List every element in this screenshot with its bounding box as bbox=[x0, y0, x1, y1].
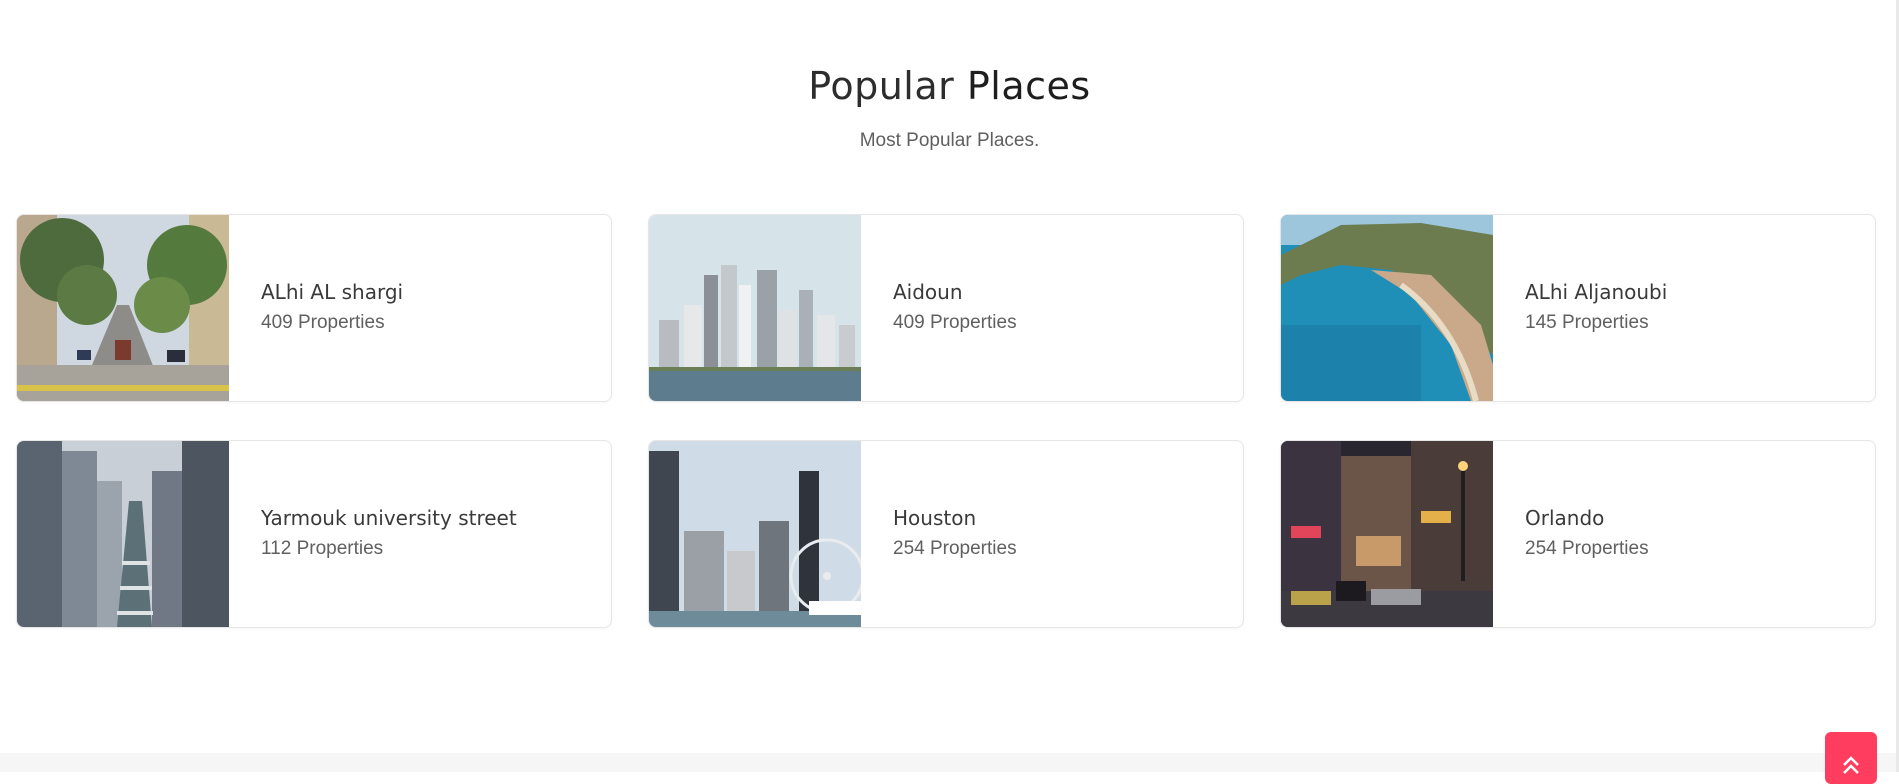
section-subtitle: Most Popular Places. bbox=[859, 130, 1040, 151]
place-count: 254 Properties bbox=[1525, 538, 1649, 559]
place-image[interactable] bbox=[1281, 441, 1493, 627]
place-name[interactable]: Houston bbox=[893, 504, 1017, 532]
double-chevron-up-icon bbox=[1840, 732, 1862, 781]
place-count: 409 Properties bbox=[261, 312, 385, 333]
place-name[interactable]: Orlando bbox=[1525, 504, 1649, 532]
place-info: Houston 254 Properties bbox=[861, 441, 1017, 627]
place-card[interactable]: Yarmouk university street 112 Properties bbox=[16, 440, 612, 628]
scroll-to-top-button[interactable] bbox=[1825, 732, 1877, 784]
place-count: 409 Properties bbox=[893, 312, 1017, 333]
places-grid: ALhi AL shargi 409 Properties Aidoun 409… bbox=[16, 214, 1876, 628]
place-card[interactable]: Houston 254 Properties bbox=[648, 440, 1244, 628]
place-info: Orlando 254 Properties bbox=[1493, 441, 1649, 627]
place-card[interactable]: ALhi AL shargi 409 Properties bbox=[16, 214, 612, 402]
place-name[interactable]: ALhi AL shargi bbox=[261, 278, 403, 306]
place-name[interactable]: Aidoun bbox=[893, 278, 1017, 306]
place-card[interactable]: Orlando 254 Properties bbox=[1280, 440, 1876, 628]
place-info: Aidoun 409 Properties bbox=[861, 215, 1017, 401]
place-image[interactable] bbox=[649, 441, 861, 627]
place-image[interactable] bbox=[17, 441, 229, 627]
section-title-part2: Places bbox=[966, 64, 1091, 108]
footer-strip bbox=[0, 753, 1899, 772]
place-count: 145 Properties bbox=[1525, 312, 1649, 333]
place-name[interactable]: Yarmouk university street bbox=[261, 504, 517, 532]
place-image[interactable] bbox=[17, 215, 229, 401]
place-info: ALhi Aljanoubi 145 Properties bbox=[1493, 215, 1667, 401]
place-count: 254 Properties bbox=[893, 538, 1017, 559]
place-image[interactable] bbox=[649, 215, 861, 401]
place-info: ALhi AL shargi 409 Properties bbox=[229, 215, 403, 401]
section-title-part1: Popular bbox=[808, 64, 955, 108]
place-card[interactable]: ALhi Aljanoubi 145 Properties bbox=[1280, 214, 1876, 402]
place-count: 112 Properties bbox=[261, 538, 384, 559]
place-info: Yarmouk university street 112 Properties bbox=[229, 441, 517, 627]
place-card[interactable]: Aidoun 409 Properties bbox=[648, 214, 1244, 402]
place-image[interactable] bbox=[1281, 215, 1493, 401]
section-title: Popular Places bbox=[0, 60, 1899, 112]
place-name[interactable]: ALhi Aljanoubi bbox=[1525, 278, 1667, 306]
